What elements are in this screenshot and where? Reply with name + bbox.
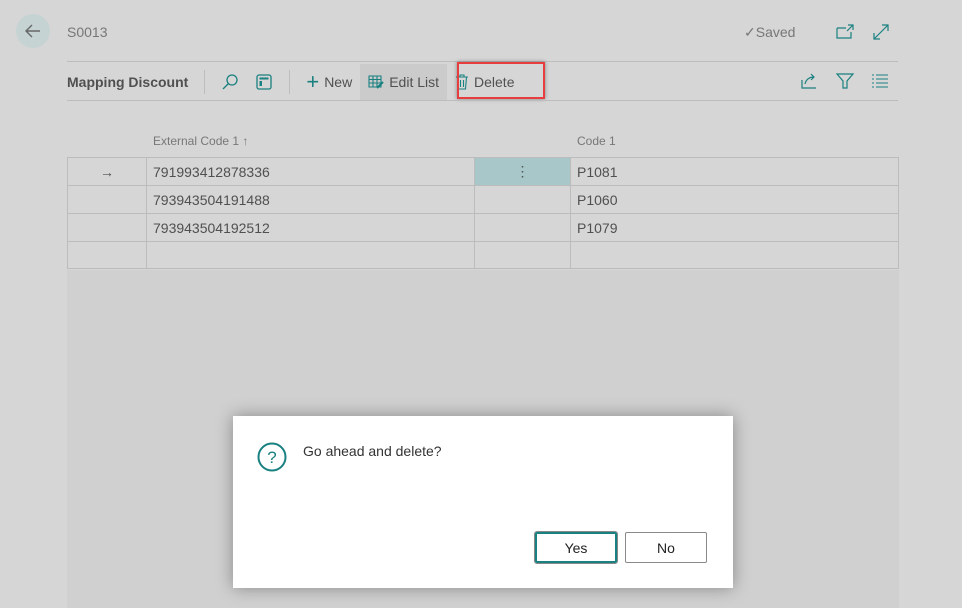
svg-text:?: ? bbox=[267, 448, 276, 467]
list-view-icon[interactable] bbox=[872, 74, 888, 88]
page-title: S0013 bbox=[67, 24, 108, 40]
check-icon: ✓ bbox=[744, 24, 756, 40]
table-row-empty[interactable] bbox=[67, 241, 899, 269]
delete-highlight-box bbox=[457, 62, 545, 99]
open-new-window-icon[interactable] bbox=[836, 24, 854, 40]
new-button[interactable]: + New bbox=[298, 64, 360, 100]
expand-icon[interactable] bbox=[872, 23, 890, 41]
dialog-message: Go ahead and delete? bbox=[303, 443, 442, 459]
arrow-left-icon bbox=[25, 24, 40, 38]
row-indicator bbox=[67, 214, 146, 241]
column-header-external-code[interactable]: External Code 1 ↑ bbox=[153, 134, 248, 148]
table-row[interactable]: → 791993412878336 ⋮ P1081 bbox=[67, 157, 899, 185]
data-grid: → 791993412878336 ⋮ P1081 793943504191488 P1… bbox=[67, 157, 899, 269]
plus-icon: + bbox=[306, 69, 320, 94]
new-label: New bbox=[324, 74, 353, 90]
external-code-cell[interactable]: 793943504192512 bbox=[146, 214, 474, 241]
external-code-cell[interactable]: 793943504191488 bbox=[146, 186, 474, 213]
yes-button[interactable]: Yes bbox=[534, 531, 618, 564]
layout-icon bbox=[256, 74, 272, 90]
code-cell[interactable]: P1060 bbox=[570, 186, 899, 213]
saved-status: ✓Saved bbox=[744, 24, 795, 41]
search-button[interactable] bbox=[213, 64, 247, 100]
row-indicator bbox=[67, 186, 146, 213]
page-name: Mapping Discount bbox=[67, 74, 189, 90]
table-row[interactable]: 793943504192512 P1079 bbox=[67, 213, 899, 241]
external-code-cell[interactable] bbox=[146, 242, 474, 268]
code-cell[interactable] bbox=[570, 242, 899, 268]
table-row[interactable]: 793943504191488 P1060 bbox=[67, 185, 899, 213]
external-code-cell[interactable]: 791993412878336 bbox=[146, 158, 474, 185]
divider bbox=[67, 100, 898, 101]
filter-icon[interactable] bbox=[836, 72, 854, 90]
separator bbox=[289, 70, 291, 94]
analysis-mode-button[interactable] bbox=[247, 64, 281, 100]
no-button[interactable]: No bbox=[625, 532, 707, 563]
row-indicator-arrow-icon: → bbox=[67, 158, 146, 185]
edit-list-label: Edit List bbox=[389, 74, 440, 90]
row-menu-button[interactable]: ⋮ bbox=[474, 158, 570, 185]
code-cell[interactable]: P1081 bbox=[570, 158, 899, 185]
row-menu-cell[interactable] bbox=[474, 186, 570, 213]
column-header-code[interactable]: Code 1 bbox=[577, 134, 616, 148]
back-button[interactable] bbox=[16, 14, 50, 48]
search-icon bbox=[222, 74, 238, 90]
saved-label: Saved bbox=[755, 24, 796, 40]
code-cell[interactable]: P1079 bbox=[570, 214, 899, 241]
share-icon[interactable] bbox=[800, 72, 818, 90]
edit-list-button[interactable]: Edit List bbox=[360, 64, 448, 100]
row-menu-cell[interactable] bbox=[474, 214, 570, 241]
row-menu-cell[interactable] bbox=[474, 242, 570, 268]
edit-table-icon bbox=[368, 75, 384, 89]
separator bbox=[204, 70, 206, 94]
action-bar: Mapping Discount + New Edit List Delete bbox=[67, 64, 522, 100]
confirm-dialog: ? Go ahead and delete? Yes No bbox=[233, 416, 733, 588]
row-indicator bbox=[67, 242, 146, 268]
question-icon: ? bbox=[257, 442, 287, 472]
